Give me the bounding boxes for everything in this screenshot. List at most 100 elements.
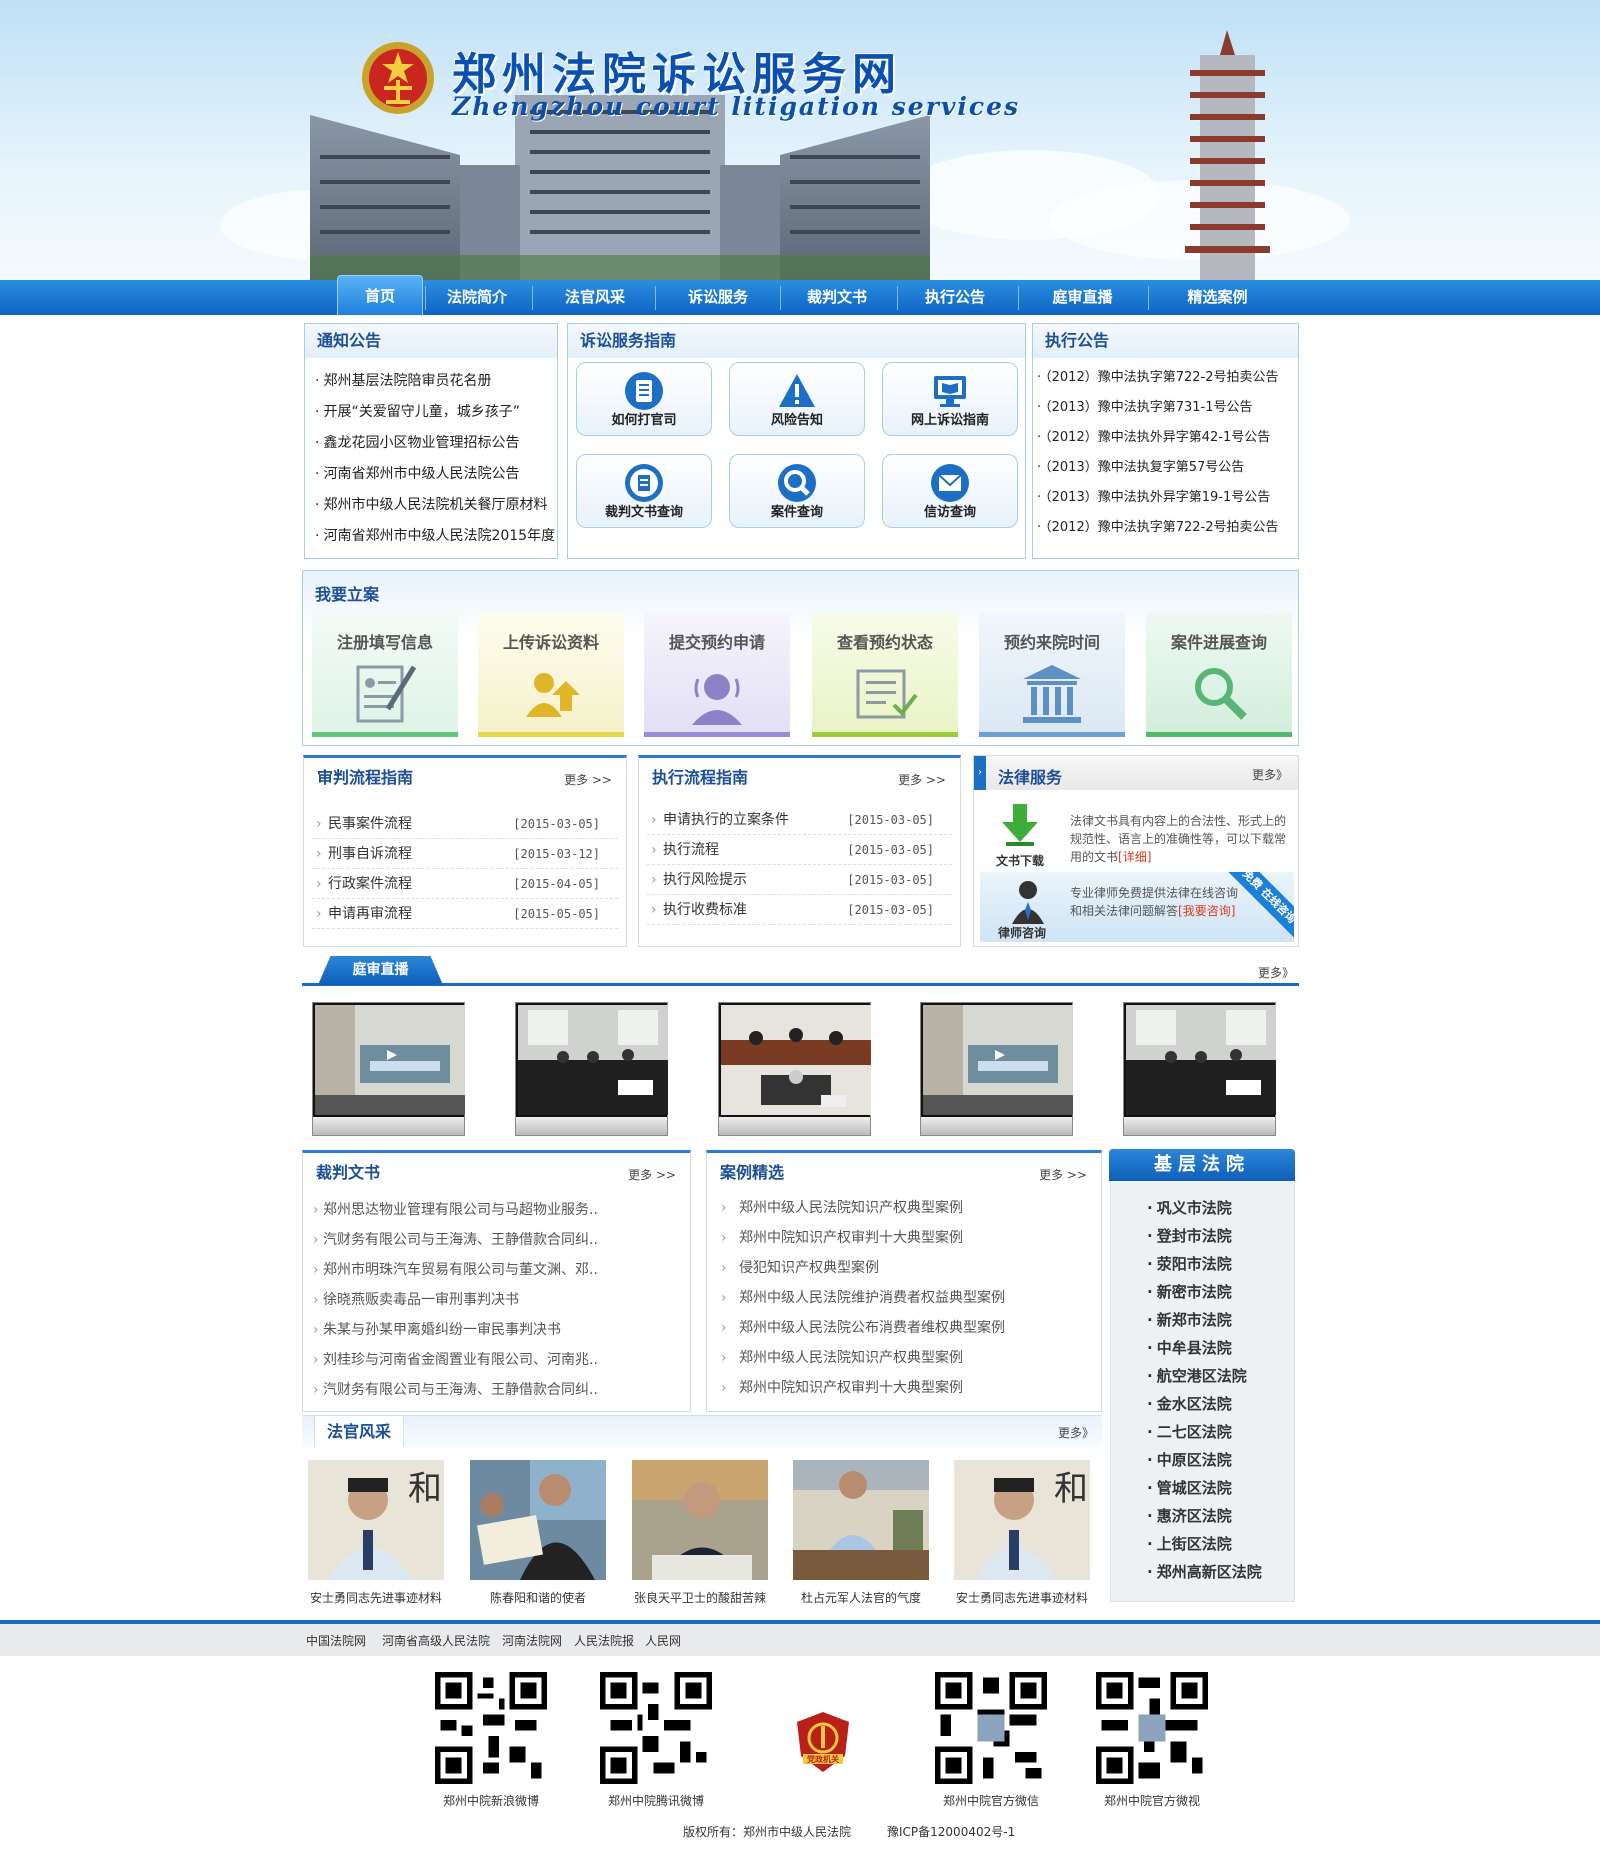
list-item[interactable]: 行政案件流程 [2015-04-05] xyxy=(312,869,618,899)
judge-caption[interactable]: 安士勇同志先进事迹材料 xyxy=(296,1589,456,1606)
nav-exec-notices[interactable]: 执行公告 xyxy=(905,280,1005,315)
judge-caption[interactable]: 陈春阳和谐的使者 xyxy=(458,1589,618,1606)
judge-photo[interactable] xyxy=(632,1460,768,1580)
court-link[interactable]: 登封市法院 xyxy=(1111,1222,1294,1250)
court-link[interactable]: 二七区法院 xyxy=(1111,1418,1294,1446)
nav-court-intro[interactable]: 法院简介 xyxy=(427,280,527,315)
list-item[interactable]: 郑州中级人民法院知识产权典型案例 xyxy=(721,1193,1091,1223)
video-controls[interactable] xyxy=(719,1117,870,1135)
list-item[interactable]: 徐晓燕贩卖毒品一审刑事判决书 xyxy=(313,1285,680,1315)
more-link[interactable]: 更多 >> xyxy=(1039,1166,1087,1183)
footer-link[interactable]: 河南省高级人民法院 xyxy=(382,1632,490,1649)
list-item[interactable]: 郑州中院知识产权审判十大典型案例 xyxy=(721,1223,1091,1253)
how-to-sue-button[interactable]: 如何打官司 xyxy=(576,362,712,436)
exec-notice-item[interactable]: （2013）豫中法执字第731-1号公告 xyxy=(1037,393,1298,423)
court-link[interactable]: 荥阳市法院 xyxy=(1111,1250,1294,1278)
judge-photo[interactable]: 和 xyxy=(308,1460,444,1580)
court-link[interactable]: 郑州高新区法院 xyxy=(1111,1558,1294,1586)
more-link[interactable]: 更多 >> xyxy=(898,771,946,788)
more-link[interactable]: 更多》 xyxy=(1252,766,1288,783)
notice-item[interactable]: 河南省郑州市中级人民法院公告 xyxy=(315,459,557,490)
nav-selected-cases[interactable]: 精选案例 xyxy=(1160,280,1275,315)
live-video[interactable] xyxy=(515,1002,668,1136)
footer-link[interactable]: 河南法院网 xyxy=(502,1632,562,1649)
court-link[interactable]: 惠济区法院 xyxy=(1111,1502,1294,1530)
video-controls[interactable] xyxy=(516,1117,667,1135)
live-video[interactable] xyxy=(920,1002,1073,1136)
court-link[interactable]: 航空港区法院 xyxy=(1111,1362,1294,1390)
video-controls[interactable] xyxy=(1124,1117,1275,1135)
list-item[interactable]: 郑州中院知识产权审判十大典型案例 xyxy=(721,1373,1091,1403)
list-item[interactable]: 执行风险提示 [2015-03-05] xyxy=(647,865,952,895)
nav-home[interactable]: 首页 xyxy=(337,275,423,315)
step-status-card[interactable]: 查看预约状态 xyxy=(812,613,958,737)
list-item[interactable]: 申请执行的立案条件 [2015-03-05] xyxy=(647,805,952,835)
list-item[interactable]: 刑事自诉流程 [2015-03-12] xyxy=(312,839,618,869)
list-item[interactable]: 汽财务有限公司与王海涛、王静借款合同纠.. xyxy=(313,1225,680,1255)
court-link[interactable]: 金水区法院 xyxy=(1111,1390,1294,1418)
list-item[interactable]: 刘桂珍与河南省金阁置业有限公司、河南兆.. xyxy=(313,1345,680,1375)
online-litigation-guide-button[interactable]: 网上诉讼指南 xyxy=(882,362,1018,436)
risk-notice-button[interactable]: 风险告知 xyxy=(729,362,865,436)
exec-notice-item[interactable]: （2012）豫中法执字第722-2号拍卖公告 xyxy=(1037,363,1298,393)
footer-link[interactable]: 人民法院报 xyxy=(574,1632,634,1649)
notice-item[interactable]: 郑州基层法院陪审员花名册 xyxy=(315,366,557,397)
footer-link[interactable]: 中国法院网 xyxy=(306,1632,366,1649)
judge-photo[interactable] xyxy=(470,1460,606,1580)
live-video[interactable] xyxy=(1123,1002,1276,1136)
case-search-button[interactable]: 案件查询 xyxy=(729,454,865,528)
list-item[interactable]: 侵犯知识产权典型案例 xyxy=(721,1253,1091,1283)
exec-notice-item[interactable]: （2012）豫中法执外异字第42-1号公告 xyxy=(1037,423,1298,453)
list-item[interactable]: 民事案件流程 [2015-03-05] xyxy=(312,809,618,839)
consult-link[interactable]: [我要咨询] xyxy=(1178,904,1235,918)
detail-link[interactable]: [详细] xyxy=(1118,850,1151,864)
live-video[interactable] xyxy=(312,1002,465,1136)
lawyer-consult-box[interactable]: 律师咨询 专业律师免费提供法律在线咨询和相关法律问题解答[我要咨询] 免费 在线… xyxy=(980,872,1294,942)
judge-caption[interactable]: 杜占元军人法官的气度 xyxy=(781,1589,941,1606)
notice-item[interactable]: 郑州市中级人民法院机关餐厅原材料 xyxy=(315,490,557,521)
exec-notice-item[interactable]: （2013）豫中法执外异字第19-1号公告 xyxy=(1037,483,1298,513)
exec-notice-item[interactable]: （2013）豫中法执复字第57号公告 xyxy=(1037,453,1298,483)
footer-link[interactable]: 人民网 xyxy=(645,1632,681,1649)
step-progress-card[interactable]: 案件进展查询 xyxy=(1146,613,1292,737)
step-submit-card[interactable]: 提交预约申请 xyxy=(644,613,790,737)
step-upload-card[interactable]: 上传诉讼资料 xyxy=(478,613,624,737)
list-item[interactable]: 执行收费标准 [2015-03-05] xyxy=(647,895,952,925)
list-item[interactable]: 执行流程 [2015-03-05] xyxy=(647,835,952,865)
court-link[interactable]: 中牟县法院 xyxy=(1111,1334,1294,1362)
nav-litigation-service[interactable]: 诉讼服务 xyxy=(663,280,773,315)
judgment-search-button[interactable]: 裁判文书查询 xyxy=(576,454,712,528)
court-link[interactable]: 新郑市法院 xyxy=(1111,1306,1294,1334)
video-controls[interactable] xyxy=(921,1117,1072,1135)
list-item[interactable]: 朱某与孙某甲离婚纠纷一审民事判决书 xyxy=(313,1315,680,1345)
nav-live-trial[interactable]: 庭审直播 xyxy=(1030,280,1135,315)
court-link[interactable]: 管城区法院 xyxy=(1111,1474,1294,1502)
notice-item[interactable]: 开展“关爱留守儿童，城乡孩子” xyxy=(315,397,557,428)
list-item[interactable]: 郑州市明珠汽车贸易有限公司与董文渊、邓.. xyxy=(313,1255,680,1285)
live-video[interactable] xyxy=(718,1002,871,1136)
exec-notice-item[interactable]: （2012）豫中法执字第722-2号拍卖公告 xyxy=(1037,513,1298,543)
notice-item[interactable]: 鑫龙花园小区物业管理招标公告 xyxy=(315,428,557,459)
step-register-card[interactable]: 注册填写信息 xyxy=(312,613,458,737)
list-item[interactable]: 郑州中级人民法院知识产权典型案例 xyxy=(721,1343,1091,1373)
list-item[interactable]: 郑州中级人民法院公布消费者维权典型案例 xyxy=(721,1313,1091,1343)
court-link[interactable]: 巩义市法院 xyxy=(1111,1194,1294,1222)
more-link[interactable]: 更多 >> xyxy=(564,771,612,788)
nav-judges[interactable]: 法官风采 xyxy=(540,280,650,315)
list-item[interactable]: 郑州中级人民法院维护消费者权益典型案例 xyxy=(721,1283,1091,1313)
judge-photo[interactable]: 和 xyxy=(954,1460,1090,1580)
judge-caption[interactable]: 安士勇同志先进事迹材料 xyxy=(942,1589,1102,1606)
petition-search-button[interactable]: 信访查询 xyxy=(882,454,1018,528)
list-item[interactable]: 汽财务有限公司与王海涛、王静借款合同纠.. xyxy=(313,1375,680,1405)
more-link[interactable]: 更多》 xyxy=(1058,1424,1094,1441)
court-link[interactable]: 新密市法院 xyxy=(1111,1278,1294,1306)
list-item[interactable]: 申请再审流程 [2015-05-05] xyxy=(312,899,618,929)
step-visit-card[interactable]: 预约来院时间 xyxy=(979,613,1125,737)
court-link[interactable]: 上街区法院 xyxy=(1111,1530,1294,1558)
notice-item[interactable]: 河南省郑州市中级人民法院2015年度 xyxy=(315,521,557,552)
nav-judgments[interactable]: 裁判文书 xyxy=(787,280,887,315)
video-controls[interactable] xyxy=(313,1117,464,1135)
more-link[interactable]: 更多》 xyxy=(1258,964,1294,981)
judge-photo[interactable] xyxy=(793,1460,929,1580)
list-item[interactable]: 郑州思达物业管理有限公司与马超物业服务.. xyxy=(313,1195,680,1225)
